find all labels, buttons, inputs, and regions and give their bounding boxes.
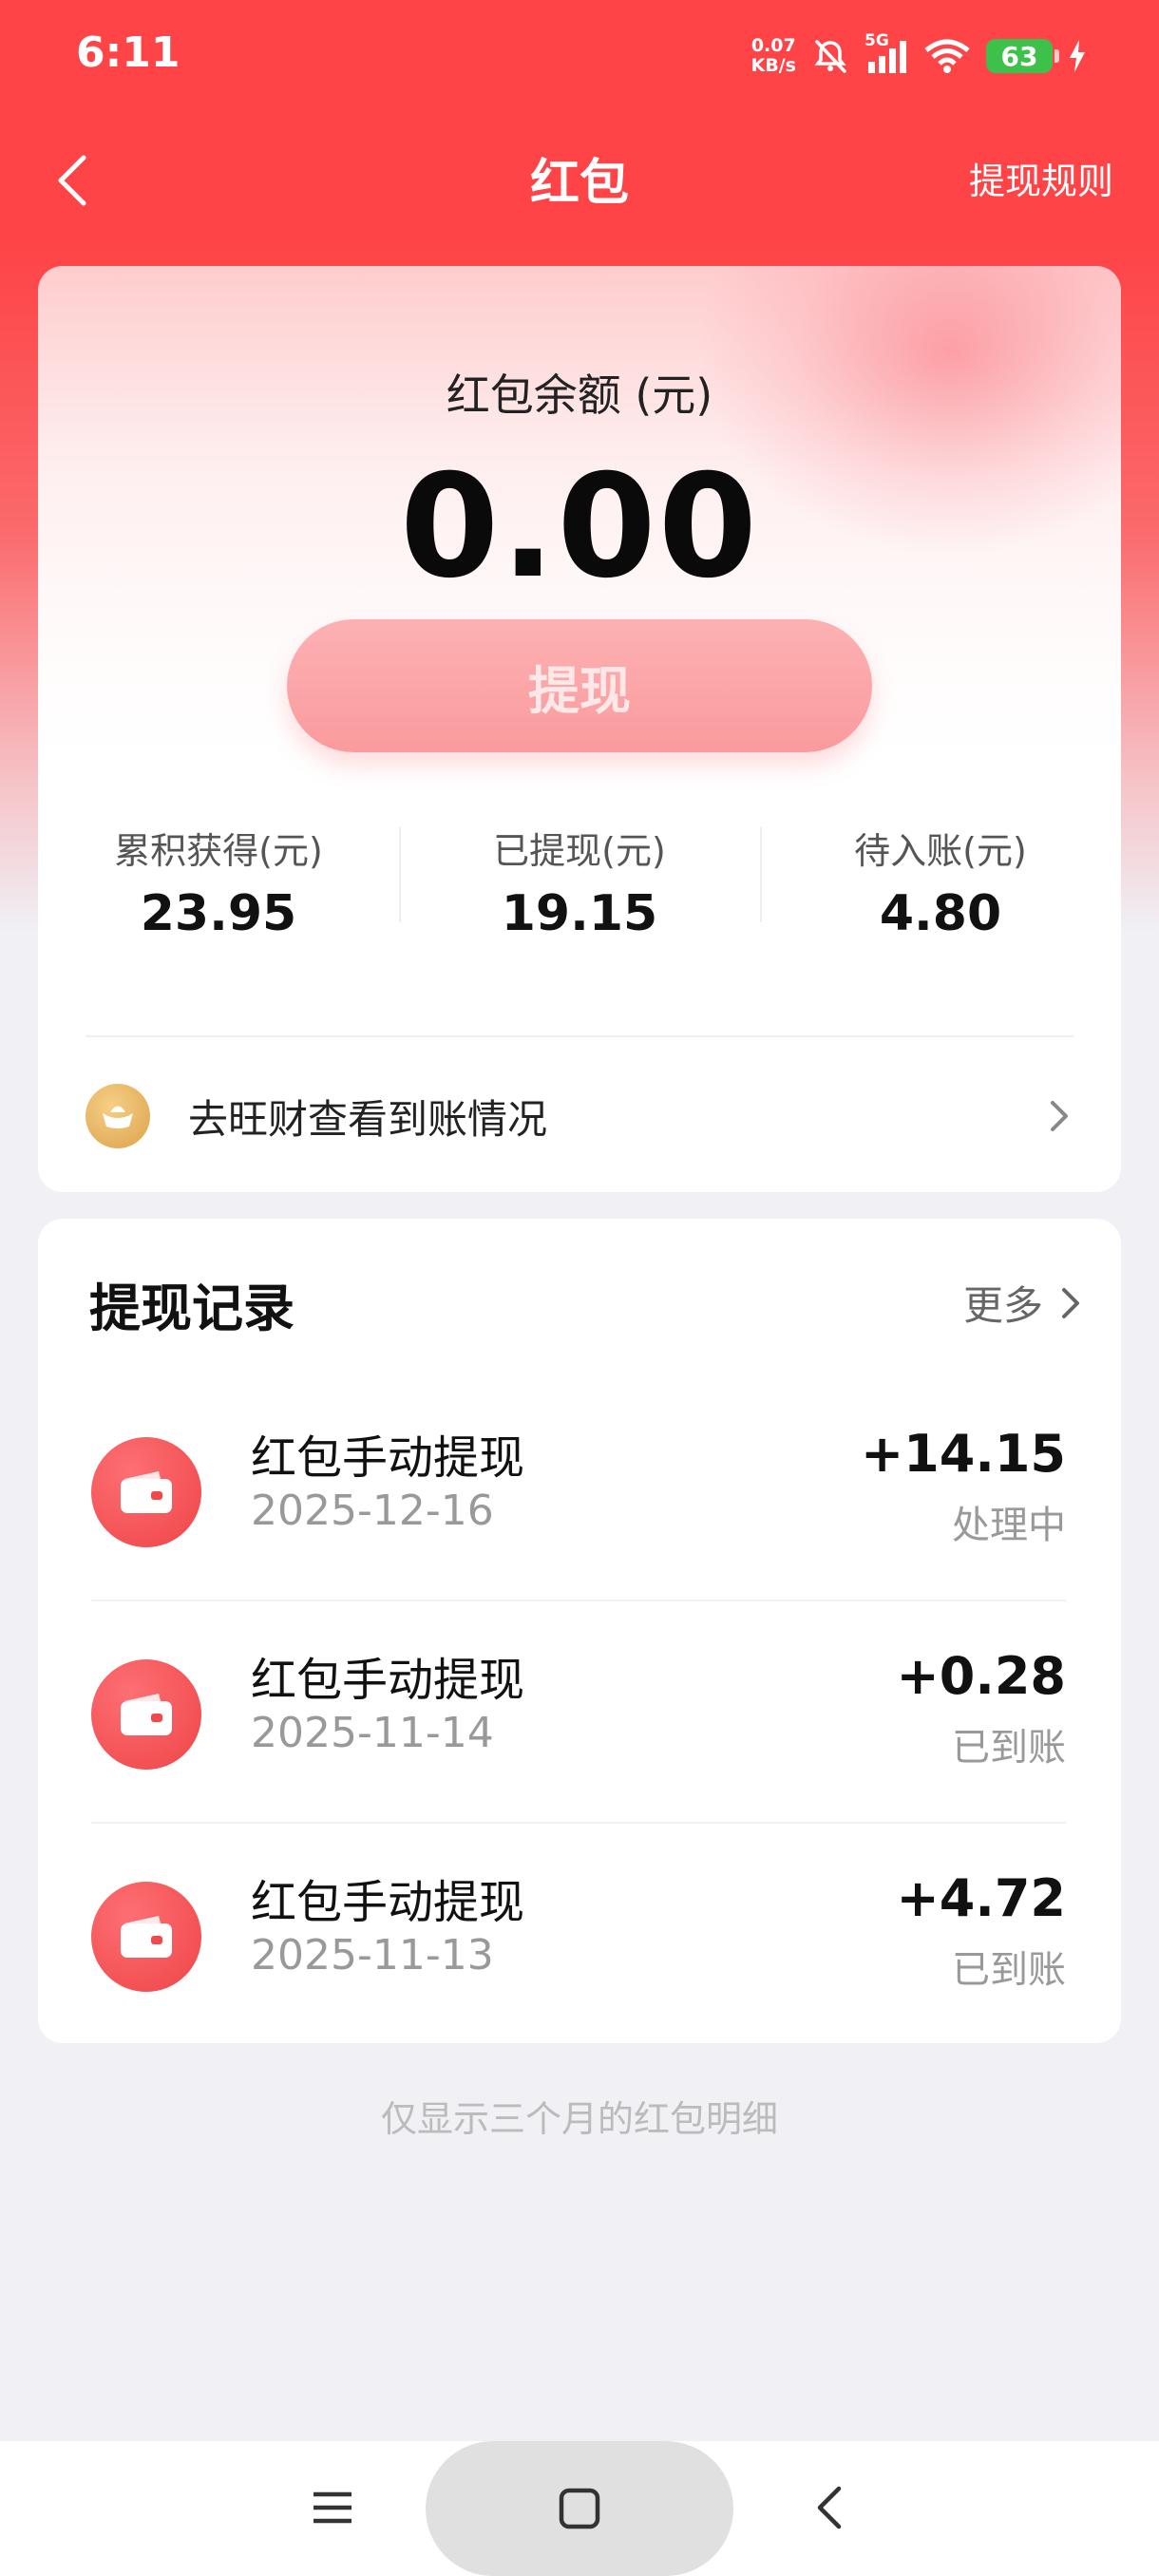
wallet-icon (91, 1882, 201, 1992)
chevron-left-icon (58, 155, 86, 206)
records-more-button[interactable]: 更多 (963, 1274, 1083, 1332)
menu-icon (314, 2491, 352, 2524)
wallet-icon (91, 1437, 201, 1547)
gold-ingot-icon (86, 1084, 150, 1148)
record-date: 2025-12-16 (251, 1487, 494, 1535)
withdraw-records-card: 提现记录 更多 红包手动提现 2025-12-16 +14.15 处理中 红包手… (38, 1219, 1121, 2043)
status-icons: 0.07 KB/s 5G 63 (751, 31, 1087, 80)
stat-value: 19.15 (501, 885, 658, 942)
records-title: 提现记录 (89, 1279, 294, 1338)
divider (91, 1600, 1066, 1601)
chevron-right-icon (1062, 1287, 1079, 1318)
system-nav-bar (0, 2441, 1159, 2576)
charging-bolt-icon (1068, 40, 1087, 72)
stat-value: 4.80 (879, 885, 1002, 942)
record-status: 处理中 (952, 1504, 1066, 1547)
stat-pending: 待入账(元) 4.80 (760, 822, 1121, 955)
network-speed: 0.07 KB/s (751, 36, 796, 76)
chevron-left-icon (817, 2486, 842, 2529)
system-back-button[interactable] (800, 2479, 857, 2536)
stat-label: 待入账(元) (854, 830, 1027, 872)
stat-withdrawn: 已提现(元) 19.15 (399, 822, 760, 955)
record-amount: +4.72 (896, 1868, 1066, 1928)
record-title: 红包手动提现 (251, 1876, 525, 1929)
bell-muted-icon (811, 37, 849, 75)
cellular-signal-icon: 5G (864, 31, 908, 75)
record-title: 红包手动提现 (251, 1431, 525, 1485)
record-amount: +0.28 (896, 1646, 1066, 1706)
wangcai-link-label: 去旺财查看到账情况 (188, 1095, 548, 1143)
wallet-icon (91, 1659, 201, 1770)
record-status: 已到账 (952, 1726, 1066, 1770)
record-amount: +14.15 (860, 1424, 1066, 1484)
square-icon (559, 2488, 600, 2529)
record-item[interactable]: 红包手动提现 2025-11-13 +4.72 已到账 (91, 1825, 1066, 2047)
home-button[interactable] (426, 2441, 733, 2576)
withdraw-rules-link[interactable]: 提现规则 (969, 152, 1113, 204)
battery-level: 63 (1000, 40, 1038, 72)
balance-amount: 0.00 (399, 445, 760, 610)
chevron-right-icon (1051, 1101, 1068, 1131)
divider (91, 1822, 1066, 1824)
wifi-icon (923, 37, 971, 75)
stat-value: 23.95 (140, 885, 297, 942)
balance-card: 红包余额 (元) 0.00 提现 累积获得(元) 23.95 已提现(元) 19… (38, 266, 1121, 1192)
status-time: 6:11 (76, 28, 180, 77)
record-item[interactable]: 红包手动提现 2025-12-16 +14.15 处理中 (91, 1380, 1066, 1602)
more-label: 更多 (962, 1282, 1043, 1329)
record-status: 已到账 (952, 1948, 1066, 1992)
stat-label: 累积获得(元) (114, 830, 323, 872)
stat-label: 已提现(元) (493, 830, 666, 872)
recent-apps-button[interactable] (304, 2479, 361, 2536)
back-button[interactable] (55, 147, 103, 214)
record-item[interactable]: 红包手动提现 2025-11-14 +0.28 已到账 (91, 1602, 1066, 1825)
withdraw-button[interactable]: 提现 (287, 619, 872, 752)
divider (86, 1035, 1074, 1037)
network-speed-value: 0.07 (750, 35, 796, 56)
record-date: 2025-11-13 (251, 1931, 494, 1979)
battery-icon: 63 (986, 39, 1059, 73)
balance-label: 红包余额 (元) (446, 369, 713, 421)
record-title: 红包手动提现 (251, 1654, 525, 1707)
network-type: 5G (864, 31, 889, 50)
stat-total-earned: 累积获得(元) 23.95 (38, 822, 399, 955)
network-speed-unit: KB/s (750, 55, 796, 76)
stats-row: 累积获得(元) 23.95 已提现(元) 19.15 待入账(元) 4.80 (38, 822, 1121, 955)
footer-note: 仅显示三个月的红包明细 (380, 2098, 778, 2140)
record-date: 2025-11-14 (251, 1709, 494, 1757)
wangcai-link-row[interactable]: 去旺财查看到账情况 (86, 1078, 1074, 1154)
status-bar: 6:11 0.07 KB/s 5G 63 (0, 0, 1159, 114)
